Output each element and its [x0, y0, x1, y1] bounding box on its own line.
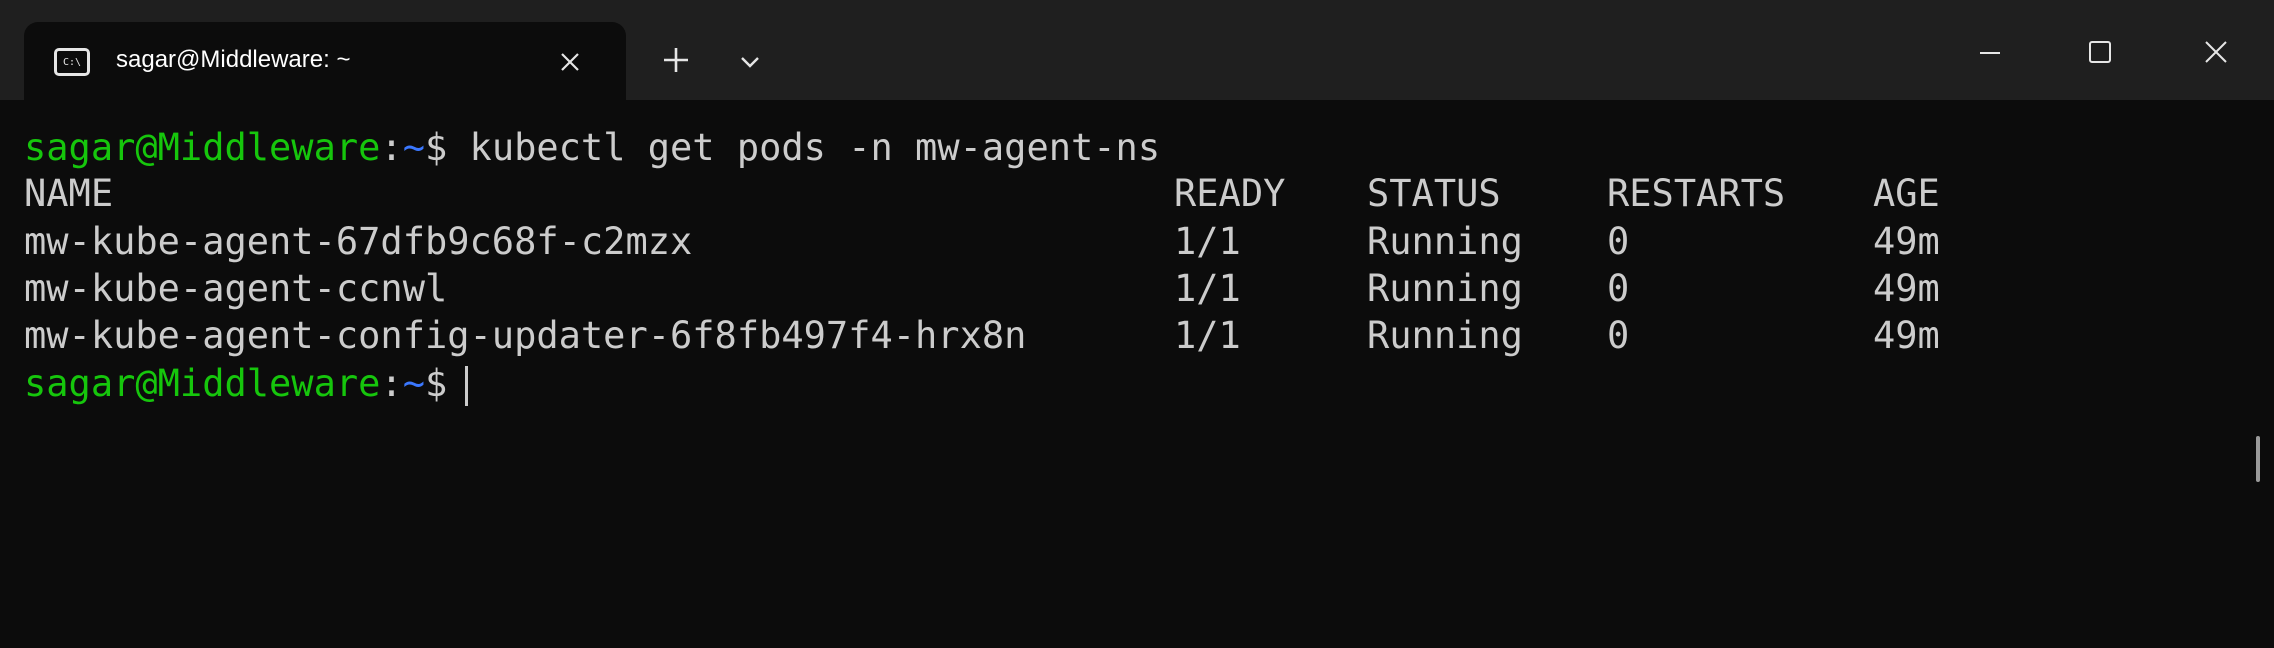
header-name: NAME	[24, 172, 114, 215]
title-bar: C:\ sagar@Middleware: ~	[0, 0, 2274, 100]
prompt-path: ~	[402, 126, 425, 169]
header-restarts: RESTARTS	[1607, 172, 1786, 215]
pod-name: mw-kube-agent-ccnwl	[24, 267, 448, 310]
pod-ready: 1/1	[1174, 314, 1241, 357]
scrollbar[interactable]	[2256, 436, 2260, 482]
pod-restarts: 0	[1607, 267, 1630, 310]
maximize-icon[interactable]	[2060, 22, 2140, 82]
prompt-line[interactable]: sagar@Middleware:~$	[24, 360, 469, 408]
prompt-user: sagar@Middleware	[24, 362, 381, 405]
pod-name: mw-kube-agent-config-updater-6f8fb497f4-…	[24, 314, 1027, 357]
prompt-symbol: $	[424, 362, 448, 405]
pod-status: Running	[1367, 314, 1523, 357]
command-text: kubectl get pods -n mw-agent-ns	[447, 126, 1161, 169]
pod-status: Running	[1367, 267, 1523, 310]
pod-status: Running	[1367, 220, 1523, 263]
chevron-down-icon[interactable]	[732, 44, 768, 80]
pod-ready: 1/1	[1174, 220, 1241, 263]
terminal-window: C:\ sagar@Middleware: ~ sagar@Middleware…	[0, 0, 2274, 482]
prompt-path: ~	[402, 362, 425, 405]
text-cursor	[465, 365, 469, 406]
pod-age: 49m	[1873, 314, 1940, 357]
terminal-icon: C:\	[54, 48, 90, 76]
prompt-user: sagar@Middleware	[24, 126, 381, 169]
pod-ready: 1/1	[1174, 267, 1241, 310]
prompt-separator: :	[380, 126, 403, 169]
header-age: AGE	[1873, 172, 1940, 215]
table-row: mw-kube-agent-ccnwl 1/1 Running 0 49m	[24, 265, 1940, 313]
pod-restarts: 0	[1607, 220, 1630, 263]
pod-name: mw-kube-agent-67dfb9c68f-c2mzx	[24, 220, 693, 263]
minimize-icon[interactable]	[1950, 22, 2030, 82]
tab-title: sagar@Middleware: ~	[116, 46, 351, 73]
prompt-symbol: $	[424, 126, 448, 169]
plus-icon[interactable]	[656, 40, 696, 80]
pod-restarts: 0	[1607, 314, 1630, 357]
tab-active[interactable]: C:\ sagar@Middleware: ~	[24, 22, 626, 100]
prompt-separator: :	[380, 362, 403, 405]
terminal-output[interactable]: sagar@Middleware:~$ kubectl get pods -n …	[0, 100, 2274, 482]
close-icon[interactable]	[2176, 22, 2256, 82]
header-ready: READY	[1174, 172, 1286, 215]
pod-age: 49m	[1873, 267, 1940, 310]
table-row: mw-kube-agent-67dfb9c68f-c2mzx 1/1 Runni…	[24, 218, 1940, 266]
pod-age: 49m	[1873, 220, 1940, 263]
close-icon[interactable]	[552, 44, 588, 80]
header-status: STATUS	[1367, 172, 1501, 215]
command-line: sagar@Middleware:~$ kubectl get pods -n …	[24, 124, 1160, 172]
table-row: mw-kube-agent-config-updater-6f8fb497f4-…	[24, 312, 1940, 360]
table-header: NAME READY STATUS RESTARTS AGE	[24, 170, 1940, 218]
